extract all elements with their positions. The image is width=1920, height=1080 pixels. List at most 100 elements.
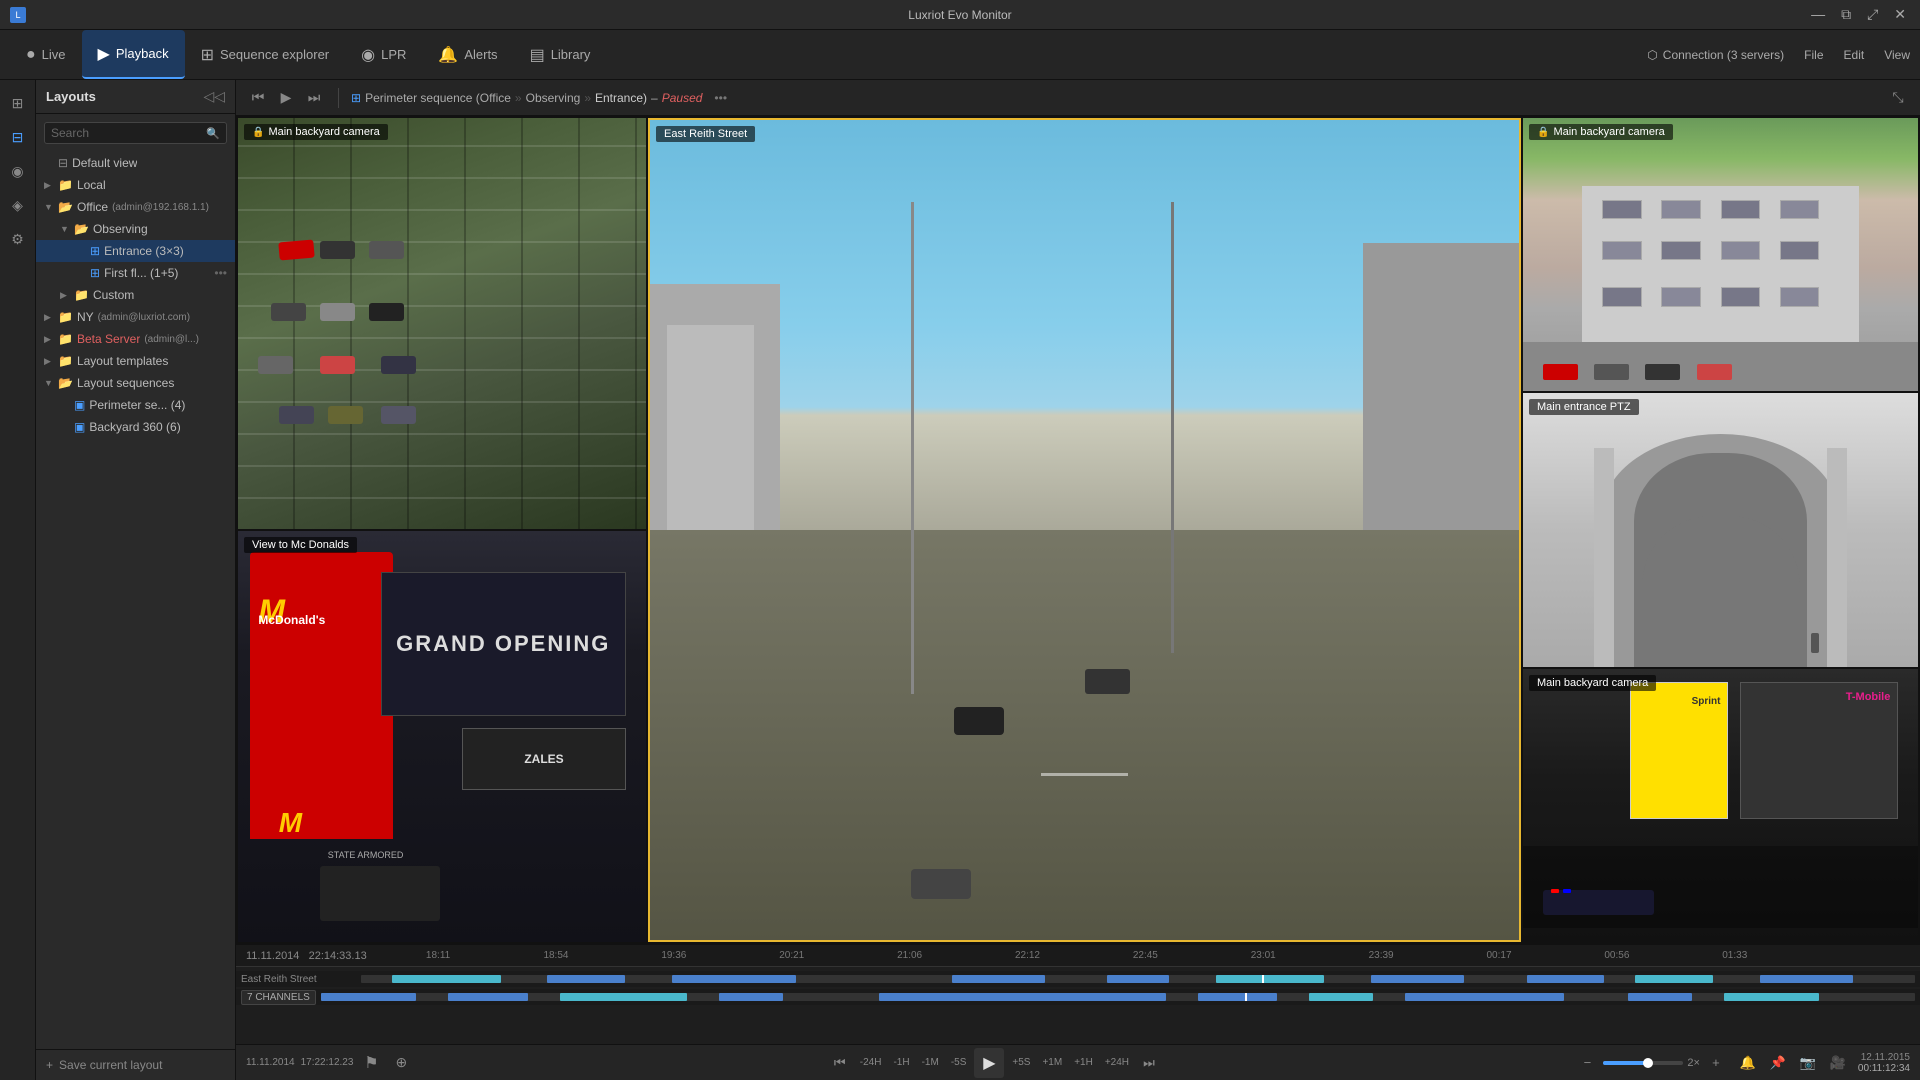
maximize-button[interactable]: ⧉ bbox=[1837, 6, 1855, 23]
play-pause-button[interactable]: ▶ bbox=[974, 1048, 1004, 1078]
camera-sync-button[interactable]: ⊕ bbox=[389, 1051, 413, 1075]
navbar: ● Live ▶ Playback ⊞ Sequence explorer ◉ … bbox=[0, 30, 1920, 80]
right-date: 12.11.2015 bbox=[1858, 1052, 1910, 1063]
tree-item-perimeter-seq[interactable]: ▣ Perimeter se... (4) bbox=[36, 394, 235, 416]
jump-fwd-1h-button[interactable]: +1H bbox=[1070, 1055, 1097, 1070]
minimize-button[interactable]: — bbox=[1807, 6, 1829, 23]
export-button[interactable]: 🎥 bbox=[1826, 1051, 1850, 1075]
camera-cell-backyard-1[interactable]: 🔒 Main backyard camera bbox=[238, 118, 646, 529]
sidebar-icon-map[interactable]: ◈ bbox=[3, 190, 33, 220]
camera-cell-backyard-3[interactable]: T-Mobile Sprint Main backyard camera bbox=[1523, 669, 1918, 942]
tree-item-default-view[interactable]: ⊟ Default view bbox=[36, 152, 235, 174]
tree-item-backyard-360[interactable]: ▣ Backyard 360 (6) bbox=[36, 416, 235, 438]
expand-icon: ▶ bbox=[44, 180, 58, 191]
seq-next-button[interactable]: ⏭ bbox=[302, 86, 326, 110]
lock-icon: 🔒 bbox=[1537, 127, 1549, 138]
tree-item-beta-server[interactable]: ▶ 📁 Beta Server (admin@l...) bbox=[36, 328, 235, 350]
expand-icon: ▶ bbox=[60, 290, 74, 301]
snapshot-button[interactable]: 📷 bbox=[1796, 1051, 1820, 1075]
skip-end-button[interactable]: ⏭ bbox=[1137, 1051, 1161, 1075]
expand-content-button[interactable]: ⤡ bbox=[1886, 86, 1910, 110]
sidebar-icon-settings[interactable]: ⚙ bbox=[3, 224, 33, 254]
timeline-tracks[interactable]: East Reith Street bbox=[236, 967, 1920, 1044]
seq-prev-button[interactable]: ⏮ bbox=[246, 86, 270, 110]
audio-button[interactable]: 🔔 bbox=[1736, 1051, 1760, 1075]
file-menu[interactable]: File bbox=[1804, 48, 1823, 62]
speed-slider-thumb[interactable] bbox=[1643, 1058, 1653, 1068]
nav-playback[interactable]: ▶ Playback bbox=[82, 30, 185, 79]
seq-path-icon: ⊞ bbox=[351, 91, 361, 105]
timeline-track-channels[interactable]: 7 CHANNELS bbox=[236, 989, 1920, 1005]
speed-decrease-button[interactable]: − bbox=[1575, 1051, 1599, 1075]
nav-sequence-explorer[interactable]: ⊞ Sequence explorer bbox=[185, 30, 346, 79]
seq-play-button[interactable]: ▶ bbox=[274, 86, 298, 110]
sidebar-icon-grid[interactable]: ⊞ bbox=[3, 88, 33, 118]
tree-item-local[interactable]: ▶ 📁 Local bbox=[36, 174, 235, 196]
jump-fwd-24h-button[interactable]: +24H bbox=[1101, 1055, 1133, 1070]
camera-cell-mcdonalds[interactable]: M McDonald's GRAND OPENING STATE ARMORED… bbox=[238, 531, 646, 942]
seq-layout: Entrance) bbox=[595, 91, 647, 105]
tree-item-ny[interactable]: ▶ 📁 NY (admin@luxriot.com) bbox=[36, 306, 235, 328]
tree-container: ⊟ Default view ▶ 📁 Local ▼ 📂 Office (adm… bbox=[36, 152, 235, 1049]
restore-button[interactable]: ⤢ bbox=[1863, 6, 1882, 23]
jump-fwd-5s-button[interactable]: +5S bbox=[1008, 1055, 1034, 1070]
main-container: ⊞ ⊟ ◉ ◈ ⚙ Layouts ◁◁ 🔍 ⊟ Default view bbox=[0, 80, 1920, 1080]
layouts-header: Layouts ◁◁ bbox=[36, 80, 235, 114]
jump-fwd-1m-button[interactable]: +1M bbox=[1038, 1055, 1066, 1070]
bookmark-mode-button[interactable]: ⚑ bbox=[359, 1051, 383, 1075]
tree-item-observing[interactable]: ▼ 📂 Observing bbox=[36, 218, 235, 240]
right-column: 🔒 Main backyard camera Main entrance PTZ bbox=[1523, 118, 1918, 942]
folder-icon: 📁 bbox=[58, 310, 73, 324]
timeline-track-0[interactable]: East Reith Street bbox=[236, 971, 1920, 987]
nav-library[interactable]: ▤ Library bbox=[514, 30, 607, 79]
nav-sequence-label: Sequence explorer bbox=[220, 47, 329, 62]
speed-increase-button[interactable]: + bbox=[1704, 1051, 1728, 1075]
bookmark-button[interactable]: 📌 bbox=[1766, 1051, 1790, 1075]
save-layout-button[interactable]: + Save current layout bbox=[36, 1049, 235, 1080]
camera-label-text: Main backyard camera bbox=[268, 126, 379, 138]
jump-back-24h-button[interactable]: -24H bbox=[856, 1055, 886, 1070]
tree-item-layout-templates[interactable]: ▶ 📁 Layout templates bbox=[36, 350, 235, 372]
collapse-panel-button[interactable]: ◁◁ bbox=[203, 88, 225, 105]
tree-label: Perimeter se... (4) bbox=[89, 398, 185, 412]
ts-mark-7: 23:01 bbox=[1251, 950, 1276, 961]
jump-back-5s-button[interactable]: -5S bbox=[947, 1055, 971, 1070]
ts-mark-11: 01:33 bbox=[1722, 950, 1747, 961]
seq-group: Observing bbox=[526, 91, 581, 105]
speed-slider[interactable] bbox=[1603, 1061, 1683, 1065]
layout-icon: ⊞ bbox=[90, 266, 100, 280]
more-icon[interactable]: ••• bbox=[214, 266, 227, 280]
camera-cell-east-reith-1[interactable]: East Reith Street bbox=[648, 118, 1521, 942]
channel-count-badge: 7 CHANNELS bbox=[241, 990, 316, 1005]
search-input[interactable] bbox=[51, 126, 206, 140]
sidebar-icon-layouts[interactable]: ⊟ bbox=[3, 122, 33, 152]
tree-item-layout-sequences[interactable]: ▼ 📂 Layout sequences bbox=[36, 372, 235, 394]
camera-cell-building[interactable]: 🔒 Main backyard camera bbox=[1523, 118, 1918, 391]
connection-button[interactable]: ⬡ Connection (3 servers) bbox=[1647, 48, 1784, 62]
pb-right: − 2× + 🔔 📌 📷 🎥 12.11.2015 00:11: bbox=[1575, 1051, 1910, 1075]
seq-more-button[interactable]: ••• bbox=[714, 91, 727, 105]
view-menu[interactable]: View bbox=[1884, 48, 1910, 62]
track-segment bbox=[672, 975, 796, 983]
tree-item-custom[interactable]: ▶ 📁 Custom bbox=[36, 284, 235, 306]
sequence-icon: ⊞ bbox=[201, 45, 214, 65]
sidebar-icon-cameras[interactable]: ◉ bbox=[3, 156, 33, 186]
sequence-bar: ⏮ ▶ ⏭ ⊞ Perimeter sequence (Office » Obs… bbox=[236, 80, 1920, 116]
track-bar-0[interactable] bbox=[361, 975, 1915, 983]
skip-start-button[interactable]: ⏮ bbox=[828, 1051, 852, 1075]
tree-item-office[interactable]: ▼ 📂 Office (admin@192.168.1.1) bbox=[36, 196, 235, 218]
edit-menu[interactable]: Edit bbox=[1844, 48, 1865, 62]
close-button[interactable]: ✕ bbox=[1890, 6, 1910, 23]
track-bar-channels[interactable] bbox=[321, 993, 1915, 1001]
camera-cell-entrance-ptz[interactable]: Main entrance PTZ bbox=[1523, 393, 1918, 666]
jump-back-1m-button[interactable]: -1M bbox=[918, 1055, 943, 1070]
tree-item-first-fl[interactable]: ⊞ First fl... (1+5) ••• bbox=[36, 262, 235, 284]
tree-item-entrance[interactable]: ⊞ Entrance (3×3) bbox=[36, 240, 235, 262]
jump-back-1h-button[interactable]: -1H bbox=[889, 1055, 913, 1070]
live-icon: ● bbox=[26, 46, 36, 64]
nav-lpr[interactable]: ◉ LPR bbox=[345, 30, 422, 79]
camera-label-entrance-ptz: Main entrance PTZ bbox=[1529, 399, 1639, 415]
tree-label: Beta Server bbox=[77, 332, 140, 346]
nav-alerts[interactable]: 🔔 Alerts bbox=[422, 30, 513, 79]
nav-live[interactable]: ● Live bbox=[10, 30, 82, 79]
